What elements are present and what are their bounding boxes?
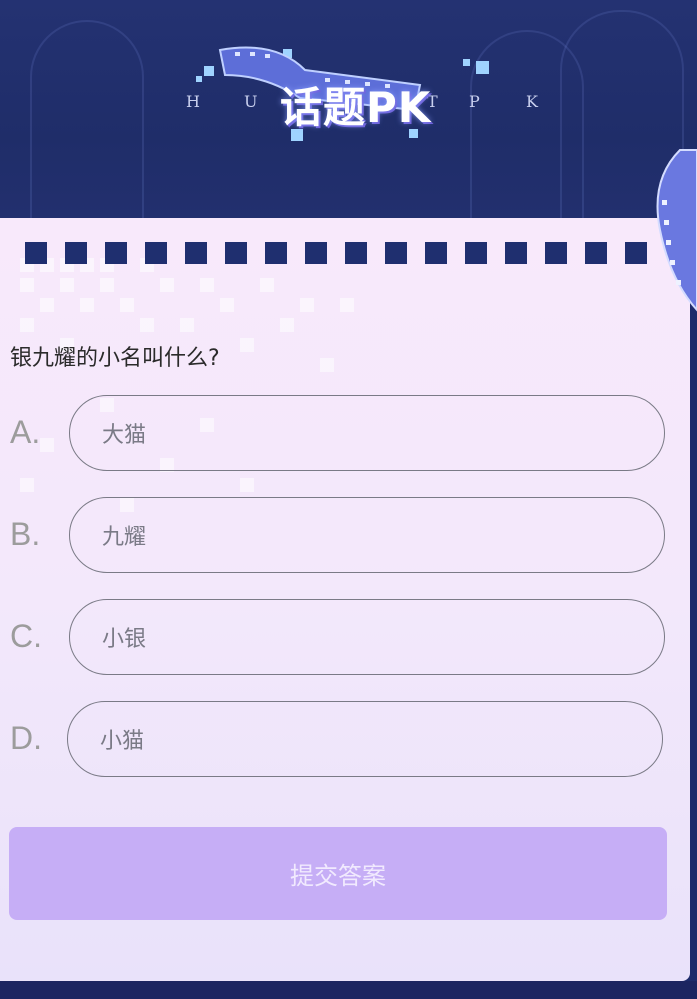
- option-letter-c: C.: [10, 618, 42, 654]
- option-label: 小银: [102, 627, 147, 652]
- logo-letter: H: [186, 92, 200, 111]
- option-b[interactable]: 九耀: [69, 497, 665, 573]
- question-card: 银九耀的小名叫什么? A. 大猫 B. 九耀 C. 小银 D. 小猫 提交答案: [0, 218, 690, 981]
- option-a[interactable]: 大猫: [69, 395, 665, 471]
- question-text: 银九耀的小名叫什么?: [10, 346, 220, 371]
- option-label: 小猫: [100, 729, 145, 754]
- film-reel-icon: [656, 149, 697, 312]
- logo-letter: U: [244, 92, 258, 111]
- option-letter-b: B.: [10, 516, 41, 552]
- pixel-deco: [204, 66, 214, 76]
- pixel-deco: [196, 76, 202, 82]
- header-banner: H U T P K 话题PK: [0, 0, 697, 230]
- option-letter-a: A.: [10, 414, 41, 450]
- page-title: 话题PK: [280, 83, 432, 132]
- logo-letter: K: [526, 92, 538, 111]
- option-letter-d: D.: [10, 720, 42, 756]
- option-label: 九耀: [102, 525, 147, 550]
- pixel-deco: [463, 59, 470, 66]
- option-d[interactable]: 小猫: [67, 701, 663, 777]
- pixel-deco: [476, 61, 489, 74]
- submit-answer-button[interactable]: 提交答案: [9, 827, 667, 920]
- background-arch: [30, 20, 144, 230]
- bottom-background: [0, 981, 697, 999]
- option-c[interactable]: 小银: [69, 599, 665, 675]
- option-label: 大猫: [102, 423, 147, 448]
- logo-letter: P: [469, 92, 480, 111]
- film-strip-decoration: [25, 242, 685, 264]
